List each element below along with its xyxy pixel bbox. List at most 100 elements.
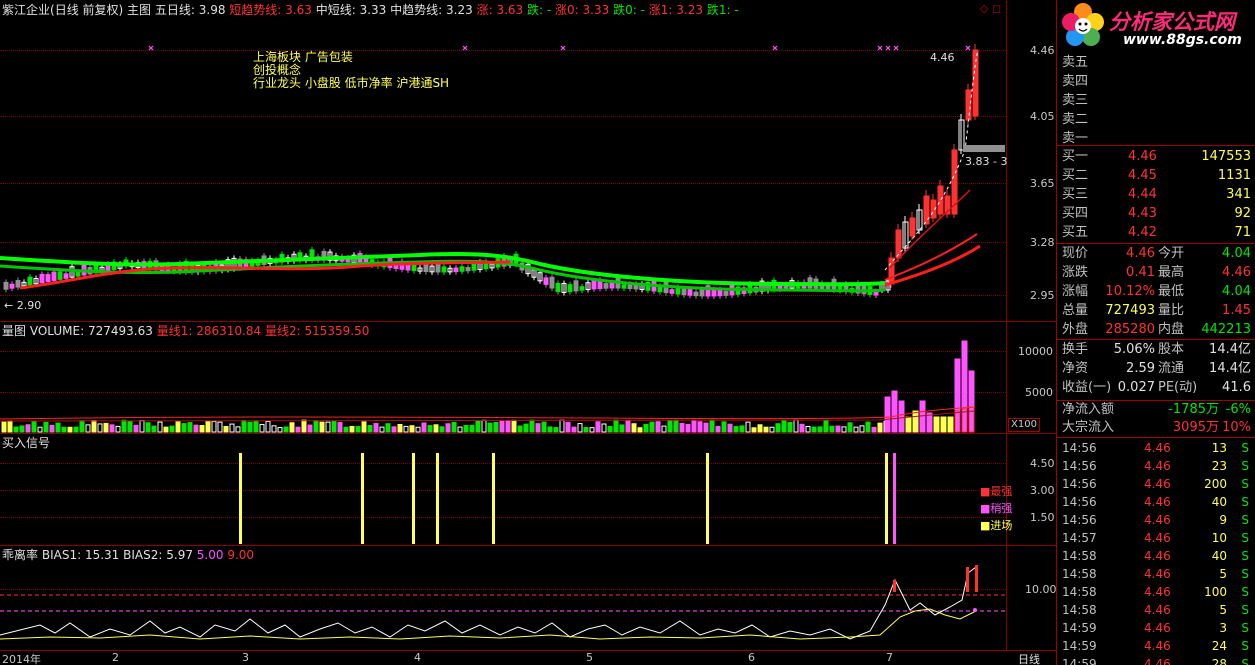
quote-value-2: 4.04 [1222,284,1251,299]
site-logo[interactable]: 分析家公式网 www.88gs.com [1059,2,1253,50]
axis-label-main-2: 3.65 [1030,177,1055,190]
volume-bar [523,423,529,433]
volume-bar [709,419,715,433]
candle-body [549,276,555,289]
volume-bar [817,426,823,433]
trade-row[interactable]: 14:59 4.46 3 S [1060,619,1255,637]
volume-bar [859,425,865,433]
sell-level-label: 卖二 [1062,112,1089,127]
quote-value-2: 4.04 [1222,246,1251,261]
volume-bar [643,423,649,433]
buy-level-row[interactable]: 买五 4.42 71 [1060,224,1255,242]
volume-bar [91,420,97,433]
volume-bar [961,340,968,433]
chart-area[interactable]: 紫江企业(日线 前复权) 主图 五日线: 3.98 短趋势线: 3.63 中短线… [0,0,1057,665]
stats-value-1: 0.027 [1117,380,1155,395]
candle-body [687,289,693,296]
quote-label-2: 最高 [1158,265,1185,280]
sell-level-row[interactable]: 卖四 [1060,73,1255,91]
sell-level-row[interactable]: 卖三 [1060,92,1255,110]
buy-level-row[interactable]: 买二 4.45 1131 [1060,167,1255,185]
volume-bar [745,421,751,433]
volume-bar [891,390,898,433]
volume-bar [121,419,127,433]
trade-side: S [1241,567,1249,581]
trade-row[interactable]: 14:59 4.46 24 S [1060,637,1255,655]
trade-row[interactable]: 14:56 4.46 23 S [1060,457,1255,475]
volume-bar [25,424,31,433]
candle-body [51,271,57,281]
bias1-line [0,566,977,640]
x-label-6: 7 [886,651,893,664]
volume-bar [493,422,499,433]
candle-body [699,288,705,297]
volume-bar [19,425,25,433]
trade-price: 4.46 [1144,585,1171,599]
buy-level-label: 买二 [1062,168,1089,183]
trade-row[interactable]: 14:59 4.46 28 S [1060,655,1255,665]
buy-level-price: 4.43 [1128,206,1157,221]
volume-bar [235,426,241,433]
quote-label-2: 最低 [1158,284,1185,299]
buy-level-row[interactable]: 买三 4.44 341 [1060,186,1255,204]
volume-bar [211,420,217,433]
axis-label-main-4: 2.95 [1030,289,1055,302]
volume-bar [499,420,505,433]
candle-body [609,281,615,289]
candle-body [681,287,687,296]
quote-label-2: 量比 [1158,303,1185,318]
candle-body [453,267,459,273]
volume-bar [361,421,367,433]
stats-label-1: 收益(一) [1062,380,1112,395]
candle-body [63,273,69,279]
candle-body [579,286,585,291]
trade-row[interactable]: 14:56 4.46 13 S [1060,439,1255,457]
volume-bar [541,421,547,433]
bias-bar [975,565,978,592]
trade-row[interactable]: 14:56 4.46 9 S [1060,511,1255,529]
buy-level-volume: 71 [1234,225,1251,240]
volume-bar [715,425,721,433]
trade-row[interactable]: 14:57 4.46 10 S [1060,529,1255,547]
trade-volume: 23 [1211,459,1227,473]
volume-bar [673,419,679,433]
trade-row[interactable]: 14:58 4.46 100 S [1060,583,1255,601]
trade-volume: 200 [1204,477,1227,491]
buy-level-row[interactable]: 买一 4.46 147553 [1060,148,1255,166]
stats-label-2: 股本 [1158,342,1185,357]
candle-body [3,281,9,290]
volume-bar [751,427,757,433]
candle-body [621,284,627,289]
volume-bar [926,412,933,433]
buy-level-row[interactable]: 买四 4.43 92 [1060,205,1255,223]
volume-bar [871,426,877,433]
buy-level-volume: 341 [1226,187,1251,202]
sell-level-row[interactable]: 卖二 [1060,111,1255,129]
trade-row[interactable]: 14:58 4.46 5 S [1060,565,1255,583]
buy-level-price: 4.44 [1128,187,1157,202]
trade-row[interactable]: 14:58 4.46 40 S [1060,547,1255,565]
buy-level-volume: 147553 [1201,149,1251,164]
volume-bar [697,421,703,433]
volume-bar [481,419,487,433]
sell-level-row[interactable]: 卖一 [1060,130,1255,148]
sell-level-row[interactable]: 卖五 [1060,54,1255,72]
volume-bar [847,422,853,433]
volume-bar [349,425,355,433]
trade-row[interactable]: 14:58 4.46 5 S [1060,601,1255,619]
volume-bar [205,420,211,433]
volume-bar [421,422,427,433]
volume-bar [781,420,787,433]
x-period[interactable]: 日线 [1018,651,1040,665]
candle-body [465,267,471,272]
volume-bar [947,416,954,433]
trade-time: 14:56 [1062,477,1097,491]
axis-label-volume-0: 10000 [1018,345,1053,358]
x-label-0: 2014年 [2,653,41,665]
price-chart[interactable] [0,0,1006,320]
stats-value-2: 41.6 [1222,380,1251,395]
trade-row[interactable]: 14:56 4.46 40 S [1060,493,1255,511]
quote-value-1: 0.41 [1126,265,1155,280]
trade-row[interactable]: 14:56 4.46 200 S [1060,475,1255,493]
axis-label-signal-2: 1.50 [1030,511,1055,524]
